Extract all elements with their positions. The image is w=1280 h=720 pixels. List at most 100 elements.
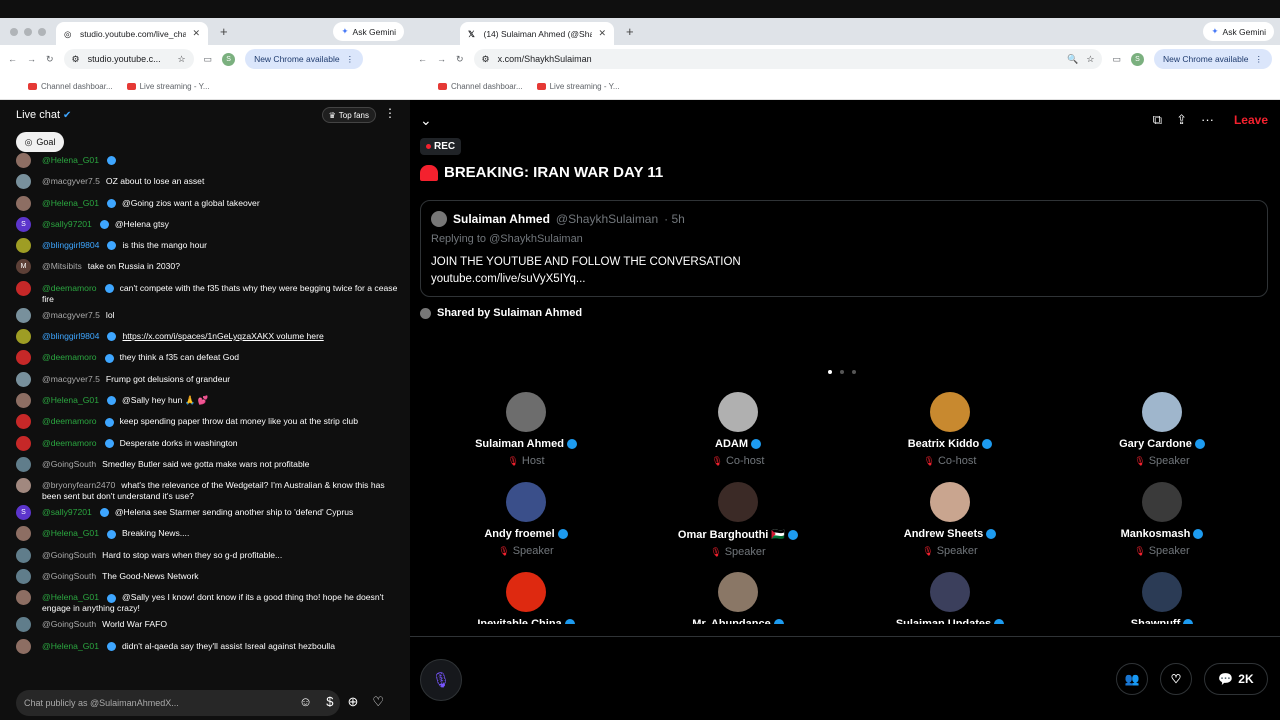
chat-author[interactable]: @GoingSouth (42, 459, 96, 469)
chat-author[interactable]: @blinggirl9804 (42, 331, 99, 341)
chat-author[interactable]: @Helena_G01 (42, 641, 99, 651)
share-icon[interactable]: ⇪ (1176, 112, 1187, 128)
back-icon[interactable]: ← (8, 54, 17, 64)
chat-input[interactable]: Chat publicly as @SulaimanAhmedX... (16, 690, 340, 716)
url-field[interactable]: ⚙ x.com/ShaykhSulaiman 🔍 ☆ (473, 49, 1103, 69)
avatar[interactable] (16, 638, 31, 654)
chat-message[interactable]: @Helena_G01 (0, 150, 410, 171)
chat-author[interactable]: @macgyver7.5 (42, 176, 100, 186)
participant[interactable]: Beatrix Kiddo 🎙 Co-host (844, 392, 1056, 482)
more-options-icon[interactable]: ⋮ (384, 106, 396, 120)
chat-author[interactable]: @deemamoro (42, 438, 97, 448)
avatar[interactable] (16, 329, 31, 345)
site-info-icon[interactable]: ⚙ (72, 54, 80, 65)
chat-message-list[interactable]: @Helena_G01 @macgyver7.5 OZ about to lose … (0, 150, 410, 658)
avatar[interactable] (1142, 392, 1182, 432)
comments-button[interactable]: 💬 2K (1204, 663, 1268, 695)
participant[interactable]: ADAM 🎙 Co-host (632, 392, 844, 482)
profile-avatar[interactable]: S (222, 52, 236, 66)
participant[interactable]: Omar Barghouthi 🇵🇸 🎙 Speaker (632, 482, 844, 572)
chat-text[interactable]: https://x.com/i/spaces/1nGeLyqzaXAKX vol… (122, 331, 323, 341)
avatar[interactable] (16, 371, 31, 387)
avatar[interactable] (506, 392, 546, 432)
chat-message[interactable]: @deemamoro keep spending paper throw dat … (0, 411, 410, 432)
chat-author[interactable]: @Helena_G01 (42, 528, 99, 538)
avatar[interactable] (718, 392, 758, 432)
forward-icon[interactable]: → (27, 54, 36, 64)
avatar[interactable] (16, 569, 31, 585)
chat-message[interactable]: @macgyver7.5 OZ about to lose an asset (0, 171, 410, 192)
avatar[interactable] (718, 572, 758, 612)
heart-icon[interactable]: ♡ (372, 694, 384, 710)
microphone-button[interactable]: 🎙 (420, 659, 462, 701)
profile-avatar[interactable]: S (1130, 52, 1144, 66)
avatar[interactable] (16, 456, 31, 472)
bookmark-star-icon[interactable]: ☆ (177, 54, 185, 65)
chat-message[interactable]: S @sally97201 @Helena gtsy (0, 214, 410, 235)
participant[interactable]: Andy froemel 🎙 Speaker (420, 482, 632, 572)
chat-message[interactable]: B@brianamplified3253why no sound STILL ?… (0, 657, 410, 658)
avatar[interactable] (1142, 572, 1182, 612)
avatar[interactable] (16, 280, 31, 296)
chat-message[interactable]: @macgyver7.5 Frump got delusions of grand… (0, 369, 410, 390)
emoji-icon[interactable]: ☺ (299, 694, 312, 710)
chat-author[interactable]: @sally97201 (42, 507, 92, 517)
participant[interactable]: Gary Cardone 🎙 Speaker (1056, 392, 1268, 482)
zoom-icon[interactable]: 🔍 (1067, 54, 1078, 65)
chat-author[interactable]: @deemamoro (42, 352, 97, 362)
chat-author[interactable]: @Helena_G01 (42, 198, 99, 208)
chat-author[interactable]: @deemamoro (42, 283, 97, 293)
avatar[interactable] (930, 392, 970, 432)
avatar[interactable] (16, 153, 31, 168)
avatar[interactable] (16, 547, 31, 563)
collapse-chevron-icon[interactable]: ⌄ (420, 112, 432, 129)
chat-message[interactable]: M @Mitsibits take on Russia in 2030? (0, 256, 410, 277)
avatar[interactable] (16, 392, 31, 408)
chat-message[interactable]: @macgyver7.5 lol (0, 305, 410, 326)
forward-icon[interactable]: → (437, 54, 446, 64)
chat-author[interactable]: @sally97201 (42, 219, 92, 229)
chat-author[interactable]: @macgyver7.5 (42, 374, 100, 384)
back-icon[interactable]: ← (418, 54, 427, 64)
chat-message[interactable]: @Helena_G01 @Going zios want a global tak… (0, 193, 410, 214)
cast-icon[interactable]: ▭ (1112, 54, 1121, 65)
more-icon[interactable]: ··· (1201, 112, 1214, 128)
chat-message[interactable]: S @sally97201 @Helena see Starmer sending … (0, 502, 410, 523)
chat-author[interactable]: @blinggirl9804 (42, 240, 99, 250)
tweet-link[interactable]: youtube.com/live/suVyX5IYq... (431, 271, 1257, 288)
bookmark-channel-dashboard[interactable]: Channel dashboar... (28, 82, 113, 91)
cast-icon[interactable]: ▭ (204, 54, 213, 65)
avatar[interactable]: S (16, 505, 31, 521)
chat-author[interactable]: @macgyver7.5 (42, 310, 100, 320)
leave-button[interactable]: Leave (1234, 113, 1268, 127)
avatar[interactable] (930, 482, 970, 522)
chat-message[interactable]: @Helena_G01 didn't al-qaeda say they'll a… (0, 636, 410, 657)
chat-author[interactable]: @GoingSouth (42, 550, 96, 560)
carousel-pager[interactable] (828, 370, 856, 374)
chat-message[interactable]: @bryonyfearn2470 what's the relevance of … (0, 475, 410, 502)
avatar[interactable] (718, 482, 758, 522)
pinned-tweet-card[interactable]: Sulaiman Ahmed @ShaykhSulaiman · 5h Repl… (420, 200, 1268, 297)
chat-message[interactable]: @GoingSouth Hard to stop wars when they s… (0, 545, 410, 566)
bookmark-live-streaming[interactable]: Live streaming - Y... (126, 82, 210, 91)
close-tab-icon[interactable]: ✕ (192, 28, 200, 39)
participant[interactable]: Sulaiman Ahmed 🎙 Host (420, 392, 632, 482)
chat-message[interactable]: @Helena_G01 @Sally hey hun 🙏 💕 (0, 390, 410, 411)
participant[interactable]: Mankosmash 🎙 Speaker (1056, 482, 1268, 572)
avatar[interactable] (16, 414, 31, 430)
chat-message[interactable]: @deemamoro they think a f35 can defeat Go… (0, 347, 410, 368)
reload-icon[interactable]: ↻ (46, 54, 54, 65)
participant[interactable]: Andrew Sheets 🎙 Speaker (844, 482, 1056, 572)
reload-icon[interactable]: ↻ (456, 54, 464, 65)
url-field[interactable]: ⚙ studio.youtube.c... ☆ (63, 49, 194, 69)
chat-message[interactable]: @blinggirl9804 https://x.com/i/spaces/1nG… (0, 326, 410, 347)
ask-gemini-button[interactable]: ✦ Ask Gemini (333, 22, 404, 41)
chat-message[interactable]: @deemamoro can't compete with the f35 tha… (0, 278, 410, 305)
chat-author[interactable]: @Helena_G01 (42, 155, 99, 165)
chat-message[interactable]: @GoingSouth World War FAFO (0, 614, 410, 635)
avatar[interactable] (16, 526, 31, 542)
chat-message[interactable]: @Helena_G01 @Sally yes I know! dont know … (0, 587, 410, 614)
reactions-button[interactable]: ♡ (1160, 663, 1192, 695)
super-chat-icon[interactable]: $ (326, 694, 333, 710)
avatar[interactable] (16, 350, 31, 366)
